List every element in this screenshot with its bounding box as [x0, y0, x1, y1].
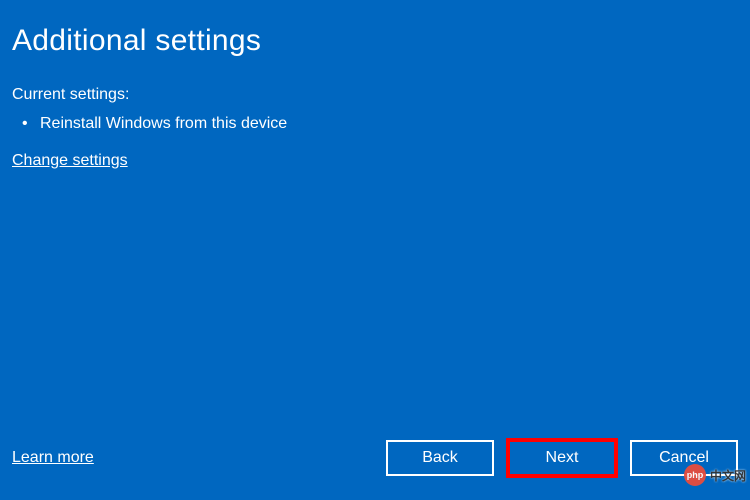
spacer	[12, 170, 738, 440]
dialog-footer: Learn more Back Next Cancel	[12, 440, 738, 480]
change-settings-link[interactable]: Change settings	[12, 152, 738, 170]
cancel-button[interactable]: Cancel	[630, 440, 738, 476]
back-button[interactable]: Back	[386, 440, 494, 476]
additional-settings-dialog: Additional settings Current settings: Re…	[0, 0, 750, 500]
dialog-title: Additional settings	[12, 24, 738, 58]
next-button[interactable]: Next	[508, 440, 616, 476]
current-settings-label: Current settings:	[12, 86, 738, 104]
learn-more-link[interactable]: Learn more	[12, 449, 94, 467]
list-item: Reinstall Windows from this device	[12, 112, 738, 136]
settings-bullet-list: Reinstall Windows from this device	[12, 112, 738, 136]
